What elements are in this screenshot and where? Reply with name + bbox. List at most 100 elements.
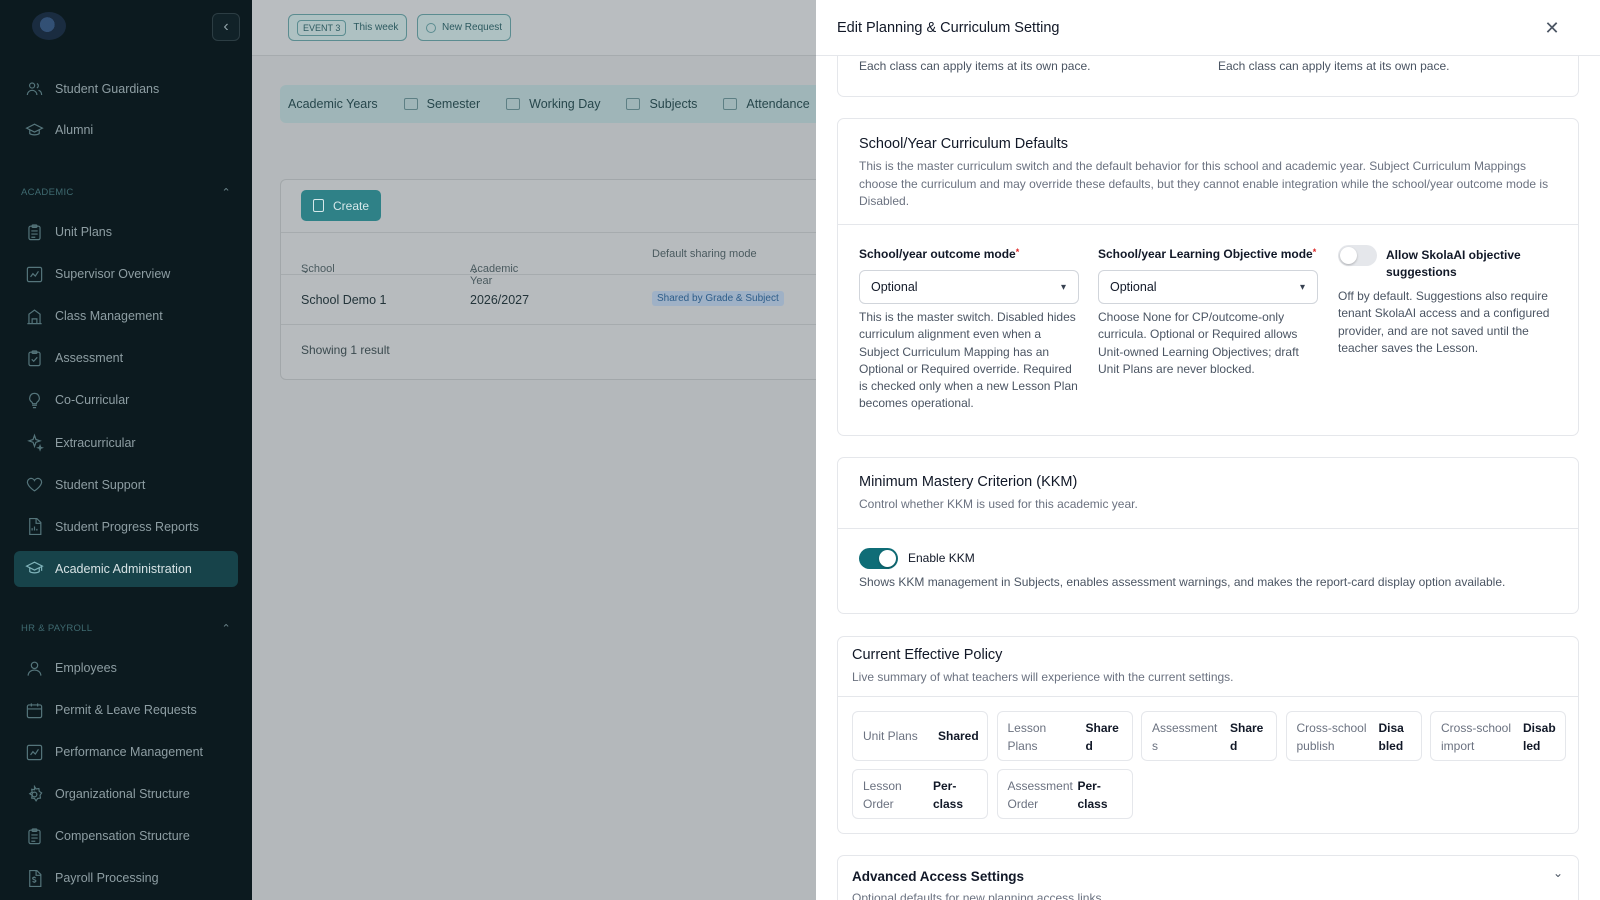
curriculum-defaults-card: School/Year Curriculum Defaults This is … — [837, 118, 1579, 436]
policy-key-line: s — [1152, 738, 1158, 753]
sidebar-item-unit-plans[interactable]: Unit Plans — [14, 214, 238, 250]
clipboard-icon — [24, 826, 44, 846]
chevron-down-icon: ▾ — [1060, 281, 1066, 293]
sidebar-item-academic-administration[interactable]: Academic Administration — [14, 550, 238, 587]
section-academic-label: ACADEMIC — [21, 187, 74, 198]
sidebar-item-permit-leave-requests[interactable]: Permit & Leave Requests — [14, 692, 238, 728]
plus-circle-icon — [426, 22, 436, 33]
policy-key: Lesson Order — [863, 778, 902, 813]
cell-school: School Demo 1 — [301, 293, 387, 307]
sharing-left-help: Each class can apply items at its own pa… — [859, 59, 1091, 73]
sidebar-item-supervisor-overview[interactable]: Supervisor Overview — [14, 256, 238, 292]
kkm-card: Minimum Mastery Criterion (KKM) Control … — [837, 457, 1579, 614]
kkm-description: Control whether KKM is used for this aca… — [859, 497, 1138, 511]
policy-value-line: Share — [1085, 721, 1119, 735]
sidebar-item-label: Compensation Structure — [55, 829, 190, 843]
chevron-down-icon: ⌄ — [1553, 866, 1564, 880]
sidebar-item-label: Class Management — [55, 309, 163, 324]
column-header-sharing-mode: Default sharing mode — [652, 248, 757, 260]
report-icon — [24, 517, 44, 537]
divider — [838, 224, 1578, 225]
learning-objective-mode-select[interactable]: Optional ▾ — [1098, 270, 1318, 304]
advanced-access-card[interactable]: Advanced Access Settings Optional defaul… — [837, 855, 1579, 900]
enable-kkm-toggle[interactable] — [859, 548, 898, 569]
create-button[interactable]: Create — [301, 190, 382, 221]
policy-cell: Lesson Plans Share d — [996, 711, 1133, 761]
policy-value: Per-class — [933, 778, 963, 813]
settings-tabs: Academic Years Semester Working Day Subj… — [280, 85, 840, 123]
policy-key: Unit Plans — [863, 728, 918, 746]
sidebar-item-co-curricular[interactable]: Co-Curricular — [14, 382, 238, 418]
calendar-icon — [24, 700, 44, 720]
clipboard-check-icon — [24, 348, 44, 368]
table-row[interactable]: School Demo 1 2026/2027 Shared by Grade … — [281, 275, 839, 325]
calendar-icon — [403, 98, 418, 110]
curriculum-defaults-description: This is the master curriculum switch and… — [859, 159, 1549, 208]
policy-value: Share d — [1230, 720, 1263, 755]
chevron-down-icon: ▾ — [1299, 281, 1305, 293]
collapse-sidebar-button[interactable]: ‹ — [212, 13, 240, 41]
drawer-header: Edit Planning & Curriculum Setting ✕ — [816, 0, 1600, 56]
policy-value: Shared — [938, 728, 979, 746]
advanced-access-title: Advanced Access Settings — [852, 869, 1025, 884]
policy-value: Disab led — [1523, 720, 1556, 755]
tab-semester[interactable]: Semester — [403, 97, 481, 111]
tab-subjects[interactable]: Subjects — [626, 97, 697, 111]
tab-attendance[interactable]: Attendance — [723, 97, 810, 111]
sidebar-item-organizational-structure[interactable]: Organizational Structure — [14, 776, 238, 812]
policy-value-line: d — [1230, 738, 1238, 753]
sidebar-item-student-progress-reports[interactable]: Student Progress Reports — [14, 509, 238, 545]
section-hr-payroll[interactable]: HR & PAYROLL ⌃ — [21, 622, 231, 635]
outcome-mode-value: Optional — [871, 280, 918, 294]
sidebar: ‹ ACADEMIC ⌃ HR & PAYROLL ⌃ Student Guar… — [0, 0, 252, 900]
sidebar-item-compensation-structure[interactable]: Compensation Structure — [14, 818, 238, 854]
sidebar-item-label: Alumni — [55, 123, 94, 137]
policy-value-line: Share — [1230, 721, 1264, 735]
enable-kkm-help: Shows KKM management in Subjects, enable… — [859, 575, 1506, 589]
sidebar-item-performance-management[interactable]: Performance Management — [14, 734, 238, 770]
chart-icon — [24, 264, 44, 284]
chevron-up-icon: ⌃ — [221, 187, 231, 199]
enable-kkm-label: Enable KKM — [908, 551, 975, 565]
sidebar-item-employees[interactable]: Employees — [14, 650, 238, 686]
sidebar-item-label: Performance Management — [55, 745, 203, 759]
tab-label: Academic Years — [288, 97, 378, 111]
tab-working-day[interactable]: Working Day — [506, 97, 600, 111]
policy-key-line: Unit Plans — [863, 729, 918, 743]
policy-key-line: Assessment — [1007, 779, 1073, 793]
section-academic[interactable]: ACADEMIC ⌃ — [21, 186, 231, 199]
policy-value-line: class — [933, 796, 964, 811]
event-pill[interactable]: EVENT 3 This week — [288, 14, 408, 41]
users-icon — [24, 79, 44, 99]
sidebar-item-assessment[interactable]: Assessment — [14, 340, 238, 376]
policy-value-line: Per- — [1077, 779, 1101, 793]
sidebar-item-student-guardians[interactable]: Student Guardians — [14, 71, 238, 107]
close-button[interactable]: ✕ — [1540, 16, 1564, 40]
calendar-icon — [506, 98, 521, 110]
sidebar-item-extracurricular[interactable]: Extracurricular — [14, 425, 238, 461]
sparkles-icon — [24, 433, 44, 453]
policy-value-line: Shared — [938, 729, 979, 743]
sidebar-item-label: Employees — [55, 661, 117, 675]
policy-cell: Unit Plans Shared — [852, 711, 988, 761]
policy-value: Per-class — [1078, 778, 1108, 813]
document-plus-icon — [313, 199, 324, 212]
app-logo[interactable] — [32, 12, 66, 40]
tab-academic-years[interactable]: Academic Years — [288, 97, 378, 111]
sidebar-item-student-support[interactable]: Student Support — [14, 467, 238, 503]
sidebar-item-class-management[interactable]: Class Management — [14, 298, 238, 334]
new-request-label: New Request — [442, 22, 503, 33]
skolaai-suggestions-toggle[interactable] — [1338, 245, 1377, 266]
sidebar-item-alumni[interactable]: Alumni — [14, 112, 238, 148]
tab-label: Semester — [426, 97, 481, 111]
sharing-badge: Shared by Grade & Subject — [652, 291, 784, 306]
tab-label: Attendance — [746, 97, 810, 111]
skolaai-suggestions-label: Allow SkolaAI objective suggestions — [1386, 248, 1521, 279]
toggle-knob — [1340, 247, 1357, 264]
policy-key: Assessment Order — [1008, 778, 1073, 813]
new-request-button[interactable]: New Request — [417, 14, 512, 41]
result-count: Showing 1 result — [301, 343, 390, 357]
outcome-mode-select[interactable]: Optional ▾ — [859, 270, 1079, 304]
skolaai-suggestions-help: Off by default. Suggestions also require… — [1338, 289, 1550, 355]
sidebar-item-payroll-processing[interactable]: Payroll Processing — [14, 860, 238, 896]
